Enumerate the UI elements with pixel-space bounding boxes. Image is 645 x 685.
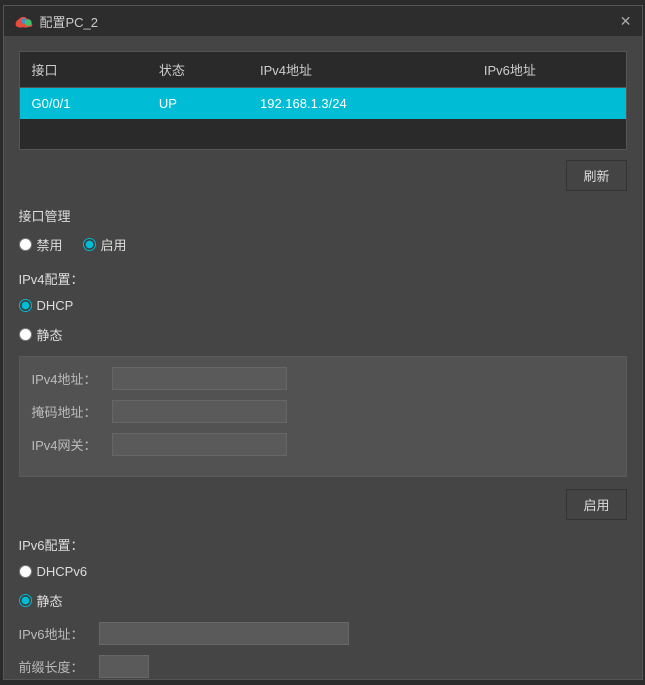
disable-label: 禁用 (37, 235, 63, 254)
col-interface: 接口 (20, 52, 147, 88)
radio-static-label[interactable]: 静态 (19, 325, 63, 344)
interface-mgmt-title: 接口管理 (19, 206, 627, 225)
table-empty-row (20, 119, 626, 149)
ipv4-enable-row: 启用 (19, 489, 627, 520)
ipv6-prefix-label: 前缀长度： (19, 657, 99, 676)
ipv6-prefix-input[interactable] (99, 655, 149, 678)
ipv4-mask-label: 掩码地址： (32, 402, 112, 421)
ipv4-address-input[interactable] (112, 367, 287, 390)
main-window: 配置PC_2 ✕ 接口 状态 IPv4地址 IPv6地址 G0/0/1 (3, 5, 643, 680)
cloud-icon (14, 14, 34, 28)
refresh-row: 刷新 (19, 160, 627, 191)
radio-disable[interactable] (19, 238, 32, 251)
ipv6-static-group: 静态 (19, 591, 627, 610)
radio-dhcp-label[interactable]: DHCP (19, 298, 74, 313)
radio-dhcp[interactable] (19, 299, 32, 312)
ipv4-fields-box: IPv4地址： 掩码地址： IPv4网关： (19, 356, 627, 477)
ipv4-config-section: IPv4配置： DHCP 静态 IPv4地址： (19, 269, 627, 520)
close-button[interactable]: ✕ (620, 14, 632, 28)
ipv4-gateway-input[interactable] (112, 433, 287, 456)
interface-table-container: 接口 状态 IPv4地址 IPv6地址 G0/0/1 UP 192.168.1.… (19, 51, 627, 150)
title-bar-left: 配置PC_2 (14, 12, 99, 31)
ipv4-address-label: IPv4地址： (32, 369, 112, 388)
cell-ipv4: 192.168.1.3/24 (248, 88, 472, 120)
interface-mgmt-radio-group: 禁用 启用 (19, 235, 627, 254)
dhcp-label: DHCP (37, 298, 74, 313)
dhcpv6-label: DHCPv6 (37, 564, 88, 579)
ipv6-address-group: IPv6地址： (19, 622, 627, 645)
radio-ipv4-static[interactable] (19, 328, 32, 341)
table-row[interactable]: G0/0/1 UP 192.168.1.3/24 (20, 88, 626, 120)
interface-mgmt-section: 接口管理 禁用 启用 (19, 206, 627, 254)
ipv4-gateway-label: IPv4网关： (32, 435, 112, 454)
ipv6-dhcp-group: DHCPv6 (19, 564, 627, 579)
content-area: 接口 状态 IPv4地址 IPv6地址 G0/0/1 UP 192.168.1.… (4, 36, 642, 679)
ipv4-gateway-group: IPv4网关： (32, 433, 614, 456)
col-ipv6: IPv6地址 (472, 52, 626, 88)
ipv4-mask-group: 掩码地址： (32, 400, 614, 423)
radio-dhcpv6-label[interactable]: DHCPv6 (19, 564, 88, 579)
radio-enable-label[interactable]: 启用 (83, 235, 127, 254)
cell-status: UP (147, 88, 248, 120)
radio-disable-label[interactable]: 禁用 (19, 235, 63, 254)
table-header-row: 接口 状态 IPv4地址 IPv6地址 (20, 52, 626, 88)
ipv4-address-group: IPv4地址： (32, 367, 614, 390)
ipv4-config-title: IPv4配置： (19, 269, 627, 288)
ipv6-config-title: IPv6配置： (19, 535, 627, 554)
radio-enable[interactable] (83, 238, 96, 251)
ipv6-config-section: IPv6配置： DHCPv6 静态 IPv6地址： 前缀长度： (19, 535, 627, 679)
ipv4-radio-group: DHCP (19, 298, 627, 313)
enable-label: 启用 (101, 235, 127, 254)
col-ipv4: IPv4地址 (248, 52, 472, 88)
ipv6-static-label: 静态 (37, 591, 63, 610)
title-bar: 配置PC_2 ✕ (4, 6, 642, 36)
col-status: 状态 (147, 52, 248, 88)
refresh-button[interactable]: 刷新 (566, 160, 626, 191)
ipv4-static-group: 静态 (19, 325, 627, 344)
radio-dhcpv6[interactable] (19, 565, 32, 578)
ipv6-prefix-group: 前缀长度： (19, 655, 627, 678)
static-label: 静态 (37, 325, 63, 344)
window-title: 配置PC_2 (40, 12, 99, 31)
ipv4-enable-button[interactable]: 启用 (566, 489, 626, 520)
radio-ipv6-static-label[interactable]: 静态 (19, 591, 63, 610)
interface-table: 接口 状态 IPv4地址 IPv6地址 G0/0/1 UP 192.168.1.… (20, 52, 626, 149)
radio-ipv6-static[interactable] (19, 594, 32, 607)
cell-ipv6 (472, 88, 626, 120)
cell-interface: G0/0/1 (20, 88, 147, 120)
ipv6-address-label: IPv6地址： (19, 624, 99, 643)
ipv6-address-input[interactable] (99, 622, 349, 645)
ipv4-mask-input[interactable] (112, 400, 287, 423)
